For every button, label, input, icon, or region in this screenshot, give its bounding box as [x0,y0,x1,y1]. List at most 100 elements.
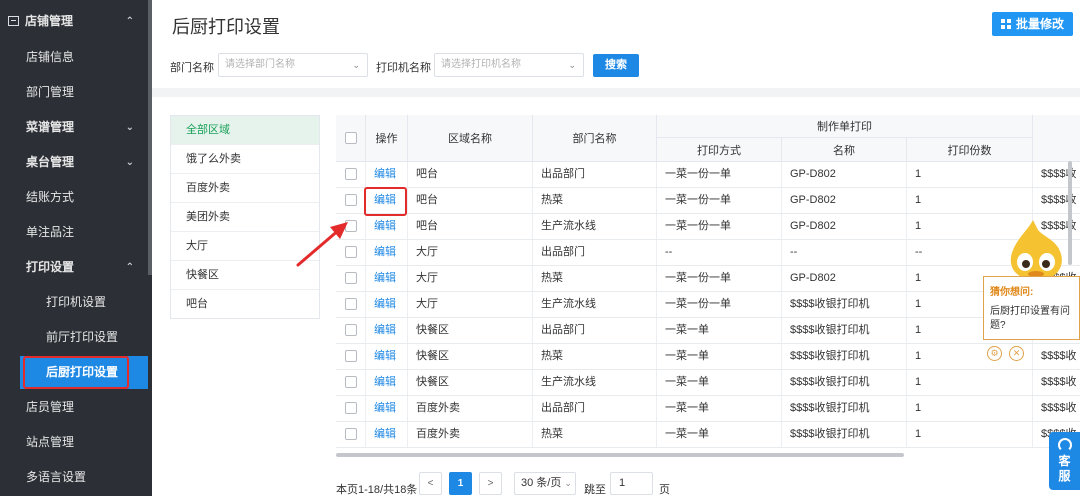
sidebar-item-staff-management[interactable]: 店员管理 [0,390,152,425]
next-page-button[interactable]: > [479,472,502,495]
sidebar-item-label: 桌台管理 [26,155,75,169]
edit-link[interactable]: 编辑 [366,422,408,447]
cell-method: 一菜一份一单 [657,292,782,317]
table-row: 编辑 吧台 生产流水线 一菜一份一单 GP-D802 1 $$$$收 [336,214,1080,240]
row-checkbox[interactable] [345,324,357,336]
headset-icon [1057,438,1072,452]
row-checkbox[interactable] [345,350,357,362]
cell-area: 百度外卖 [408,422,533,447]
sidebar-item-site-management[interactable]: 站点管理 [0,425,152,460]
batch-edit-button[interactable]: 批量修改 [992,12,1073,36]
sidebar-item-store-management[interactable]: 店铺管理 ⌃ [0,4,152,39]
settings-icon[interactable]: ⚙ [987,346,1002,361]
edit-link[interactable]: 编辑 [366,162,408,187]
cell-method: 一菜一份一单 [657,214,782,239]
row-select-cell [336,344,366,369]
customer-service-button[interactable]: 客 服 [1049,432,1080,490]
highlight-outline [23,356,129,389]
sidebar-item-language-settings[interactable]: 多语言设置 [0,460,152,495]
printer-select[interactable]: 请选择打印机名称 ⌄ [434,53,584,77]
row-select-cell [336,188,366,213]
header-dept: 部门名称 [533,115,657,162]
chevron-down-icon: ⌄ [125,157,134,168]
row-checkbox[interactable] [345,376,357,388]
select-all-checkbox[interactable] [344,132,357,144]
search-button[interactable]: 搜索 [593,54,639,77]
batch-edit-label: 批量修改 [1015,17,1064,31]
sidebar-item-table-management[interactable]: 桌台管理 ⌄ [0,145,152,180]
row-checkbox[interactable] [345,194,357,206]
cell-method: 一菜一份一单 [657,266,782,291]
jump-page-input[interactable]: 1 [610,472,653,495]
cell-name: GP-D802 [782,266,907,291]
table-row: 编辑 吧台 出品部门 一菜一份一单 GP-D802 1 $$$$收 [336,162,1080,188]
sidebar-item-order-notes[interactable]: 单注品注 [0,215,152,250]
cell-dept: 热菜 [533,422,657,447]
edit-link[interactable]: 编辑 [366,370,408,395]
region-item[interactable]: 吧台 [171,290,319,319]
table-row: 编辑 百度外卖 出品部门 一菜一单 $$$$收银打印机 1 $$$$收 [336,396,1080,422]
pagination-summary: 本页1-18/共18条 [336,484,418,496]
table-row: 编辑 快餐区 热菜 一菜一单 $$$$收银打印机 1 $$$$收 [336,344,1080,370]
sidebar-item-payment-methods[interactable]: 结账方式 [0,180,152,215]
header-extra [1033,115,1080,162]
edit-link[interactable]: 编辑 [366,344,408,369]
sidebar-item-print-settings[interactable]: 打印设置 ⌃ [0,250,152,285]
annotation-arrow-icon [296,222,348,267]
row-checkbox[interactable] [345,298,357,310]
edit-link[interactable]: 编辑 [366,266,408,291]
cell-method: 一菜一单 [657,422,782,447]
page-size-value: 30 条/页 [521,477,562,489]
region-item[interactable]: 全部区域 [171,116,319,145]
cell-name: $$$$收银打印机 [782,344,907,369]
row-checkbox[interactable] [345,168,357,180]
dept-select[interactable]: 请选择部门名称 ⌄ [218,53,368,77]
chevron-down-icon: ⌄ [568,60,576,70]
sidebar-item-label: 店铺信息 [26,50,75,64]
sidebar-item-label: 打印设置 [26,260,75,274]
highlight-outline [364,187,407,216]
page-size-select[interactable]: 30 条/页 ⌄ [514,472,576,495]
horizontal-scrollbar[interactable] [336,453,904,457]
edit-link[interactable]: 编辑 [366,396,408,421]
page-button-current[interactable]: 1 [449,472,472,495]
sidebar-item-label: 店员管理 [26,400,75,414]
table-row: 编辑 快餐区 生产流水线 一菜一单 $$$$收银打印机 1 $$$$收 [336,370,1080,396]
sidebar-item-dept-management[interactable]: 部门管理 [0,75,152,110]
header-method: 打印方式 [657,138,782,162]
cell-dept: 生产流水线 [533,292,657,317]
close-icon[interactable]: ✕ [1009,346,1024,361]
cell-area: 快餐区 [408,318,533,343]
assistant-bubble[interactable]: 猜你想问: 后厨打印设置有问题? [983,276,1080,340]
cell-area: 大厅 [408,266,533,291]
sidebar-item-label: 站点管理 [26,435,75,449]
cell-copies: 1 [907,396,1033,421]
edit-link[interactable]: 编辑 [366,292,408,317]
table-row: 编辑 吧台 热菜 一菜一份一单 GP-D802 1 $$$$收 [336,188,1080,214]
prev-page-button[interactable]: < [419,472,442,495]
sidebar-item-menu-management[interactable]: 菜谱管理 ⌄ [0,110,152,145]
assistant-question[interactable]: 后厨打印设置有问题? [990,305,1076,333]
table-row: 编辑大厅热菜一菜一份一单GP-D8021$$$$收 [336,266,1080,292]
cell-extra: $$$$收 [1041,194,1077,206]
edit-link[interactable]: 编辑 [366,214,408,239]
chevron-up-icon: ⌃ [125,262,134,273]
row-checkbox[interactable] [345,428,357,440]
sidebar-item-label: 部门管理 [26,85,75,99]
edit-link[interactable]: 编辑 [366,240,408,265]
cell-method: 一菜一份一单 [657,188,782,213]
cell-method: -- [657,240,782,265]
sidebar-item-label: 前厅打印设置 [46,330,119,344]
edit-link[interactable]: 编辑 [366,318,408,343]
region-item[interactable]: 百度外卖 [171,174,319,203]
row-select-cell [336,396,366,421]
sidebar-item-store-info[interactable]: 店铺信息 [0,40,152,75]
cell-area: 吧台 [408,188,533,213]
header-name: 名称 [782,138,907,162]
sidebar-item-printer-settings[interactable]: 打印机设置 [0,285,152,320]
cell-name: $$$$收银打印机 [782,370,907,395]
cell-name: GP-D802 [782,214,907,239]
row-checkbox[interactable] [345,402,357,414]
region-item[interactable]: 饿了么外卖 [171,145,319,174]
sidebar-item-front-print-settings[interactable]: 前厅打印设置 [0,320,152,355]
